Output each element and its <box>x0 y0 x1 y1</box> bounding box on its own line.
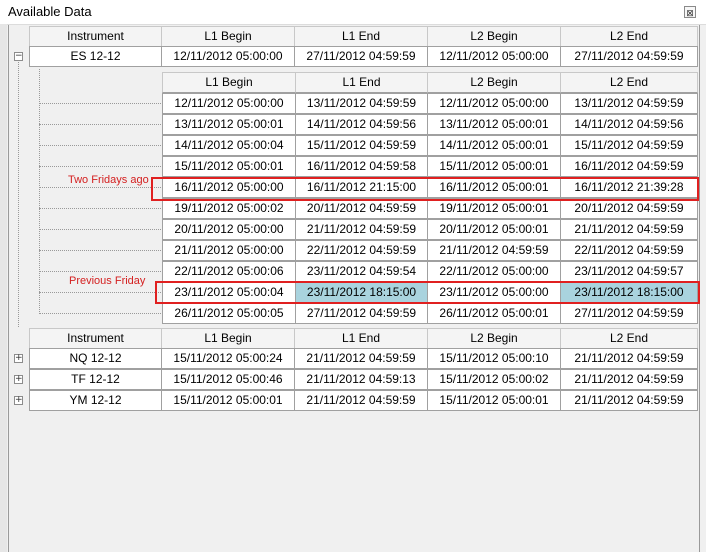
table-cell: 15/11/2012 05:00:10 <box>427 348 561 369</box>
table-cell: 13/11/2012 04:59:59 <box>560 93 698 114</box>
table-cell: 21/11/2012 04:59:59 <box>560 390 698 411</box>
table-cell: 27/11/2012 04:59:59 <box>294 46 428 67</box>
column-header[interactable]: L1 End <box>294 328 428 349</box>
table-cell: 22/11/2012 05:00:06 <box>162 261 296 282</box>
table-cell: 15/11/2012 04:59:59 <box>295 135 428 156</box>
table-cell: 20/11/2012 04:59:59 <box>560 198 698 219</box>
column-header[interactable]: Instrument <box>29 26 162 47</box>
column-header[interactable]: L1 Begin <box>161 26 295 47</box>
table-cell: 20/11/2012 05:00:00 <box>162 219 296 240</box>
subcolumn-header[interactable]: L2 End <box>560 72 698 93</box>
table-cell: 21/11/2012 04:59:59 <box>427 240 561 261</box>
instrument-cell[interactable]: NQ 12-12 <box>29 348 162 369</box>
table-cell: 15/11/2012 05:00:01 <box>162 156 296 177</box>
data-grid-panel[interactable]: Instrument L1 Begin L1 End L2 Begin L2 End ES… <box>8 25 700 552</box>
column-header[interactable]: L1 End <box>294 26 428 47</box>
tree-line <box>39 145 161 146</box>
table-cell: 19/11/2012 05:00:01 <box>427 198 561 219</box>
table-cell: 12/11/2012 05:00:00 <box>427 93 561 114</box>
table-cell: 15/11/2012 04:59:59 <box>560 135 698 156</box>
table-cell: 15/11/2012 05:00:46 <box>161 369 295 390</box>
expand-icon[interactable]: + <box>14 375 23 384</box>
table-cell: 27/11/2012 04:59:59 <box>560 303 698 324</box>
annotation-two-fridays-ago: Two Fridays ago <box>68 174 149 186</box>
tree-line <box>39 124 161 125</box>
table-cell: 26/11/2012 05:00:01 <box>427 303 561 324</box>
table-cell: 20/11/2012 05:00:01 <box>427 219 561 240</box>
instrument-cell[interactable]: ES 12-12 <box>29 46 162 67</box>
table-cell: 15/11/2012 05:00:24 <box>161 348 295 369</box>
column-header[interactable]: Instrument <box>29 328 162 349</box>
tree-line <box>39 271 161 272</box>
subcolumn-header[interactable]: L1 Begin <box>162 72 296 93</box>
tree-line <box>39 208 161 209</box>
tree-line <box>39 69 40 314</box>
tree-line <box>39 229 161 230</box>
table-cell: 22/11/2012 04:59:59 <box>560 240 698 261</box>
subcolumn-header[interactable]: L2 Begin <box>427 72 561 93</box>
table-cell: 26/11/2012 05:00:05 <box>162 303 296 324</box>
tree-line <box>39 313 161 314</box>
tree-line <box>39 187 161 188</box>
tree-line <box>18 62 19 327</box>
table-cell: 16/11/2012 04:59:58 <box>295 156 428 177</box>
window-edge <box>0 24 7 552</box>
table-cell: 27/11/2012 04:59:59 <box>560 46 698 67</box>
tree-line <box>39 292 161 293</box>
table-cell: 15/11/2012 05:00:01 <box>427 390 561 411</box>
table-cell: 14/11/2012 04:59:56 <box>560 114 698 135</box>
table-cell: 21/11/2012 04:59:59 <box>294 348 428 369</box>
table-cell: 12/11/2012 05:00:00 <box>161 46 295 67</box>
table-cell: 14/11/2012 04:59:56 <box>295 114 428 135</box>
table-cell: 21/11/2012 04:59:59 <box>294 390 428 411</box>
column-header[interactable]: L2 End <box>560 328 698 349</box>
expand-icon[interactable]: + <box>14 354 23 363</box>
instrument-cell[interactable]: YM 12-12 <box>29 390 162 411</box>
column-header[interactable]: L2 Begin <box>427 26 561 47</box>
highlight-box-previous-friday <box>155 281 700 304</box>
table-cell: 13/11/2012 04:59:59 <box>295 93 428 114</box>
table-cell: 16/11/2012 04:59:59 <box>560 156 698 177</box>
collapse-icon[interactable]: − <box>14 52 23 61</box>
table-cell: 15/11/2012 05:00:01 <box>161 390 295 411</box>
tree-line <box>39 250 161 251</box>
table-cell: 19/11/2012 05:00:02 <box>162 198 296 219</box>
table-cell: 21/11/2012 04:59:13 <box>294 369 428 390</box>
tree-line <box>39 166 161 167</box>
table-cell: 22/11/2012 05:00:00 <box>427 261 561 282</box>
table-cell: 23/11/2012 04:59:54 <box>295 261 428 282</box>
column-header[interactable]: L2 End <box>560 26 698 47</box>
table-cell: 23/11/2012 04:59:57 <box>560 261 698 282</box>
table-cell: 21/11/2012 05:00:00 <box>162 240 296 261</box>
table-cell: 13/11/2012 05:00:01 <box>162 114 296 135</box>
subcolumn-header[interactable]: L1 End <box>295 72 428 93</box>
annotation-previous-friday: Previous Friday <box>69 275 146 287</box>
table-cell: 12/11/2012 05:00:00 <box>162 93 296 114</box>
table-cell: 14/11/2012 05:00:01 <box>427 135 561 156</box>
table-cell: 21/11/2012 04:59:59 <box>560 219 698 240</box>
table-cell: 12/11/2012 05:00:00 <box>427 46 561 67</box>
table-cell: 27/11/2012 04:59:59 <box>295 303 428 324</box>
expand-icon[interactable]: + <box>14 396 23 405</box>
table-cell: 15/11/2012 05:00:02 <box>427 369 561 390</box>
table-cell: 14/11/2012 05:00:04 <box>162 135 296 156</box>
close-icon[interactable]: ⊠ <box>684 6 696 18</box>
table-cell: 20/11/2012 04:59:59 <box>295 198 428 219</box>
title-bar: Available Data ⊠ <box>0 0 706 25</box>
column-header[interactable]: L2 Begin <box>427 328 561 349</box>
table-cell: 21/11/2012 04:59:59 <box>560 348 698 369</box>
instrument-cell[interactable]: TF 12-12 <box>29 369 162 390</box>
column-header[interactable]: L1 Begin <box>161 328 295 349</box>
table-cell: 21/11/2012 04:59:59 <box>560 369 698 390</box>
table-cell: 21/11/2012 04:59:59 <box>295 219 428 240</box>
window-title: Available Data <box>8 4 92 19</box>
tree-line <box>39 103 161 104</box>
table-cell: 13/11/2012 05:00:01 <box>427 114 561 135</box>
highlight-box-two-fridays-ago <box>151 177 699 201</box>
table-cell: 22/11/2012 04:59:59 <box>295 240 428 261</box>
table-cell: 15/11/2012 05:00:01 <box>427 156 561 177</box>
